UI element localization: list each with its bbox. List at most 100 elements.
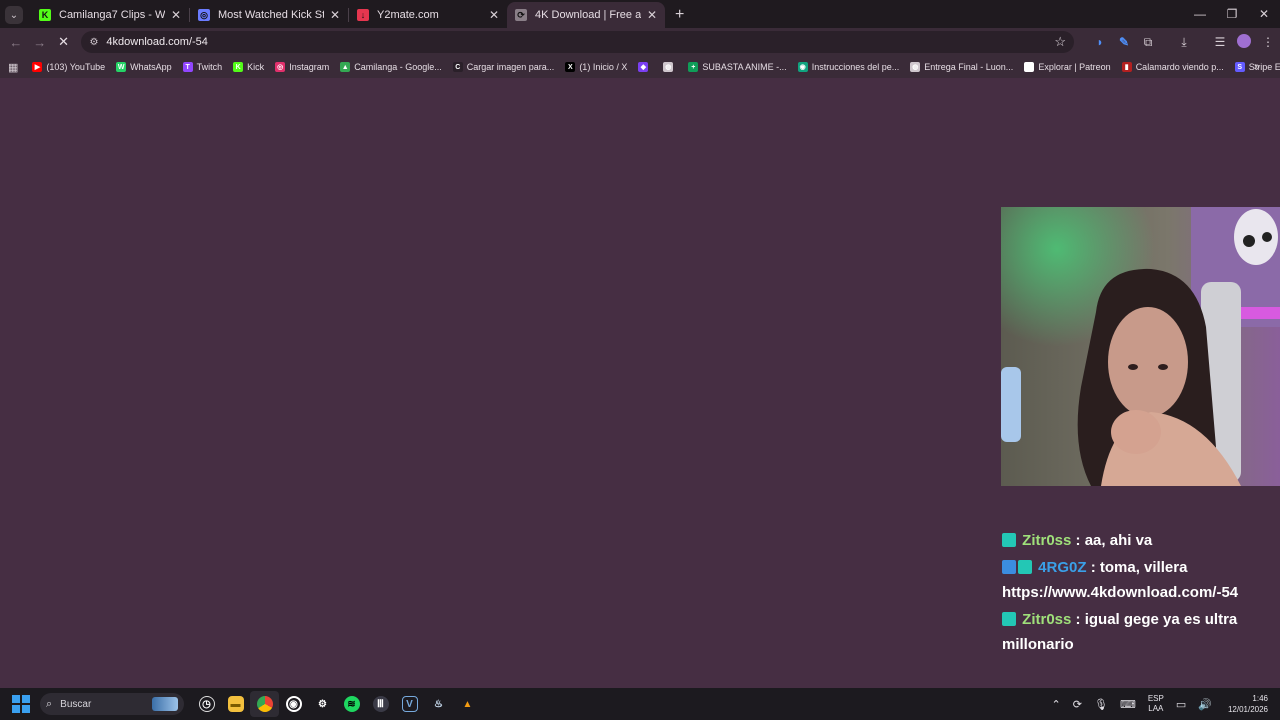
bookmark-favicon-icon: ◍ [663, 62, 674, 72]
back-icon[interactable]: ← [4, 35, 28, 50]
extension-tools-icon[interactable]: ✎ [1112, 35, 1136, 49]
chat-message: 4RG0Z : toma, villera https://www.4kdown… [1002, 555, 1272, 605]
tab-close-icon[interactable]: ✕ [647, 8, 657, 22]
chat-message: Zitr0ss : aa, ahi va [1002, 528, 1272, 553]
microphone-icon[interactable]: 🎙 [1094, 698, 1108, 711]
address-bar[interactable]: ⚙ 4kdownload.com/-54 ☆ [81, 31, 1074, 53]
browser-tab[interactable]: ◎ Most Watched Kick Streamers, ✕ [190, 2, 348, 28]
restore-icon[interactable]: ❐ [1216, 0, 1248, 28]
taskbar-steam-icon[interactable]: ♨ [424, 691, 453, 717]
bookmark-item[interactable]: W WhatsApp [116, 62, 172, 72]
taskbar-file-explorer-icon[interactable]: ▬ [221, 691, 250, 717]
tab-close-icon[interactable]: ✕ [489, 8, 499, 22]
apps-grid-icon[interactable]: ▦ [8, 61, 18, 74]
bookmark-label: WhatsApp [130, 62, 172, 72]
search-icon: ⌕ [46, 697, 53, 710]
bookmark-item[interactable]: + SUBASTA ANIME -... [688, 62, 787, 72]
tab-title: Most Watched Kick Streamers, [218, 9, 324, 21]
bookmark-item[interactable]: ◎ Instagram [275, 62, 329, 72]
bookmark-item[interactable]: ◆ [638, 62, 652, 72]
bookmark-item[interactable]: C Cargar imagen para... [452, 62, 554, 72]
bookmark-label: Instrucciones del pe... [811, 62, 900, 72]
taskbar-vlc-icon[interactable]: ▲ [453, 691, 482, 717]
bookmarks-overflow-icon[interactable]: » [1254, 61, 1260, 73]
taskbar-apps: ◷ ▬ ◉ ⚙ ≋ Ⅲ V ♨ ▲ [192, 691, 482, 717]
system-tray: ⌃ ⟳ 🎙 ⌨ ESP LAA ▭ 🔊 1:46 12/01/2026 [1046, 688, 1274, 720]
profile-avatar[interactable] [1232, 33, 1256, 51]
browser-tab[interactable]: ↓ Y2mate.com ✕ [349, 2, 507, 28]
browser-tab[interactable]: ⟳ 4K Download | Free and useful ✕ [507, 2, 665, 28]
sync-icon[interactable]: ⟳ [1073, 698, 1082, 711]
bookmark-item[interactable]: ◍ [663, 62, 677, 72]
volume-icon[interactable]: 🔊 [1198, 698, 1212, 711]
bookmark-favicon-icon: ▲ [340, 62, 351, 72]
bookmark-favicon-icon: + [688, 62, 699, 72]
chat-overlay: Zitr0ss : aa, ahi va 4RG0Z : toma, ville… [1002, 528, 1272, 659]
bookmark-item[interactable]: X (1) Inicio / X [565, 62, 627, 72]
site-info-icon[interactable]: ⚙ [89, 37, 98, 48]
extension-translate-icon[interactable]: ◗ [1088, 35, 1112, 49]
tab-title: 4K Download | Free and useful [535, 9, 641, 21]
bookmark-label: Instagram [289, 62, 330, 72]
bookmark-star-icon[interactable]: ☆ [1054, 34, 1066, 50]
taskbar-steelseries-icon[interactable]: ⚙ [308, 691, 337, 717]
network-icon[interactable]: ▭ [1176, 698, 1186, 711]
tab-favicon-icon: ◎ [198, 9, 210, 21]
webcam-overlay [1001, 207, 1280, 486]
bookmark-item[interactable]: P Explorar | Patreon [1024, 62, 1111, 72]
bookmark-favicon-icon: ◎ [275, 62, 286, 72]
keyboard-layout: LAA [1148, 704, 1164, 713]
bookmark-label: Entrega Final - Luon... [924, 62, 1014, 72]
page-content: Zitr0ss : aa, ahi va 4RG0Z : toma, ville… [0, 78, 1280, 688]
taskbar-obs-icon[interactable]: ◉ [279, 691, 308, 717]
taskbar-vegas-icon[interactable]: V [395, 691, 424, 717]
bookmark-label: Kick [247, 62, 265, 72]
windows-start-icon[interactable] [12, 695, 30, 713]
tab-favicon-icon: ↓ [357, 9, 369, 21]
taskbar-app-circle-icon[interactable]: Ⅲ [366, 691, 395, 717]
bookmark-label: Calamardo viendo p... [1135, 62, 1224, 72]
bookmark-favicon-icon: X [565, 62, 576, 72]
new-tab-button[interactable]: + [675, 6, 684, 24]
close-window-icon[interactable]: ✕ [1248, 0, 1280, 28]
window-controls: — ❐ ✕ [1184, 0, 1280, 28]
bookmark-label: (1) Inicio / X [579, 62, 628, 72]
bookmark-item[interactable]: ▮ Calamardo viendo p... [1121, 62, 1224, 72]
downloads-icon[interactable]: ⤓ [1172, 35, 1196, 50]
tab-title: Y2mate.com [377, 9, 439, 21]
input-language[interactable]: ESP LAA [1148, 694, 1164, 714]
media-controls-icon[interactable]: ☰ [1208, 35, 1232, 49]
moderator-badge-icon [1002, 560, 1016, 574]
bookmarks-bar: ▦ ▶ (103) YouTube W WhatsApp T Twitch K Kick ◎ In… [0, 56, 1280, 78]
minimize-icon[interactable]: — [1184, 0, 1216, 28]
taskbar-search-placeholder: Buscar [60, 698, 92, 710]
tray-overflow-icon[interactable]: ⌃ [1052, 698, 1061, 711]
bookmark-favicon-icon: P [1024, 62, 1035, 72]
taskbar-app-clock-icon[interactable]: ◷ [192, 691, 221, 717]
tab-close-icon[interactable]: ✕ [171, 8, 181, 22]
tab-close-icon[interactable]: ✕ [330, 8, 340, 22]
forward-icon[interactable]: → [28, 35, 52, 50]
tab-search-button[interactable]: ⌄ [5, 6, 23, 24]
bookmark-item[interactable]: ▶ (103) YouTube [32, 62, 105, 72]
subscriber-badge-icon [1002, 612, 1016, 626]
extensions-puzzle-icon[interactable]: ⧉ [1136, 35, 1160, 50]
taskbar-search[interactable]: ⌕ Buscar [40, 693, 184, 715]
stop-loading-icon[interactable]: ✕ [52, 34, 76, 50]
search-highlight-image [152, 697, 178, 711]
bookmark-item[interactable]: T Twitch [182, 62, 223, 72]
clock[interactable]: 1:46 12/01/2026 [1228, 693, 1268, 715]
bookmark-item[interactable]: ◉ Instrucciones del pe... [797, 62, 900, 72]
bookmark-favicon-icon: W [116, 62, 127, 72]
address-url[interactable]: 4kdownload.com/-54 [106, 36, 1054, 48]
taskbar-spotify-icon[interactable]: ≋ [337, 691, 366, 717]
bookmark-item[interactable]: ▲ Camilanga - Google... [340, 62, 442, 72]
keyboard-icon[interactable]: ⌨ [1120, 698, 1136, 711]
bookmark-label: Twitch [196, 62, 223, 72]
bookmark-item[interactable]: ◍ Entrega Final - Luon... [910, 62, 1013, 72]
browser-tab[interactable]: K Camilanga7 Clips - Watch Live ✕ [31, 2, 189, 28]
menu-kebab-icon[interactable]: ⋮ [1256, 35, 1280, 49]
tab-list: K Camilanga7 Clips - Watch Live ✕ ◎ Most Wat… [31, 2, 665, 28]
bookmark-item[interactable]: K Kick [233, 62, 264, 72]
taskbar-chrome-icon[interactable] [250, 691, 279, 717]
